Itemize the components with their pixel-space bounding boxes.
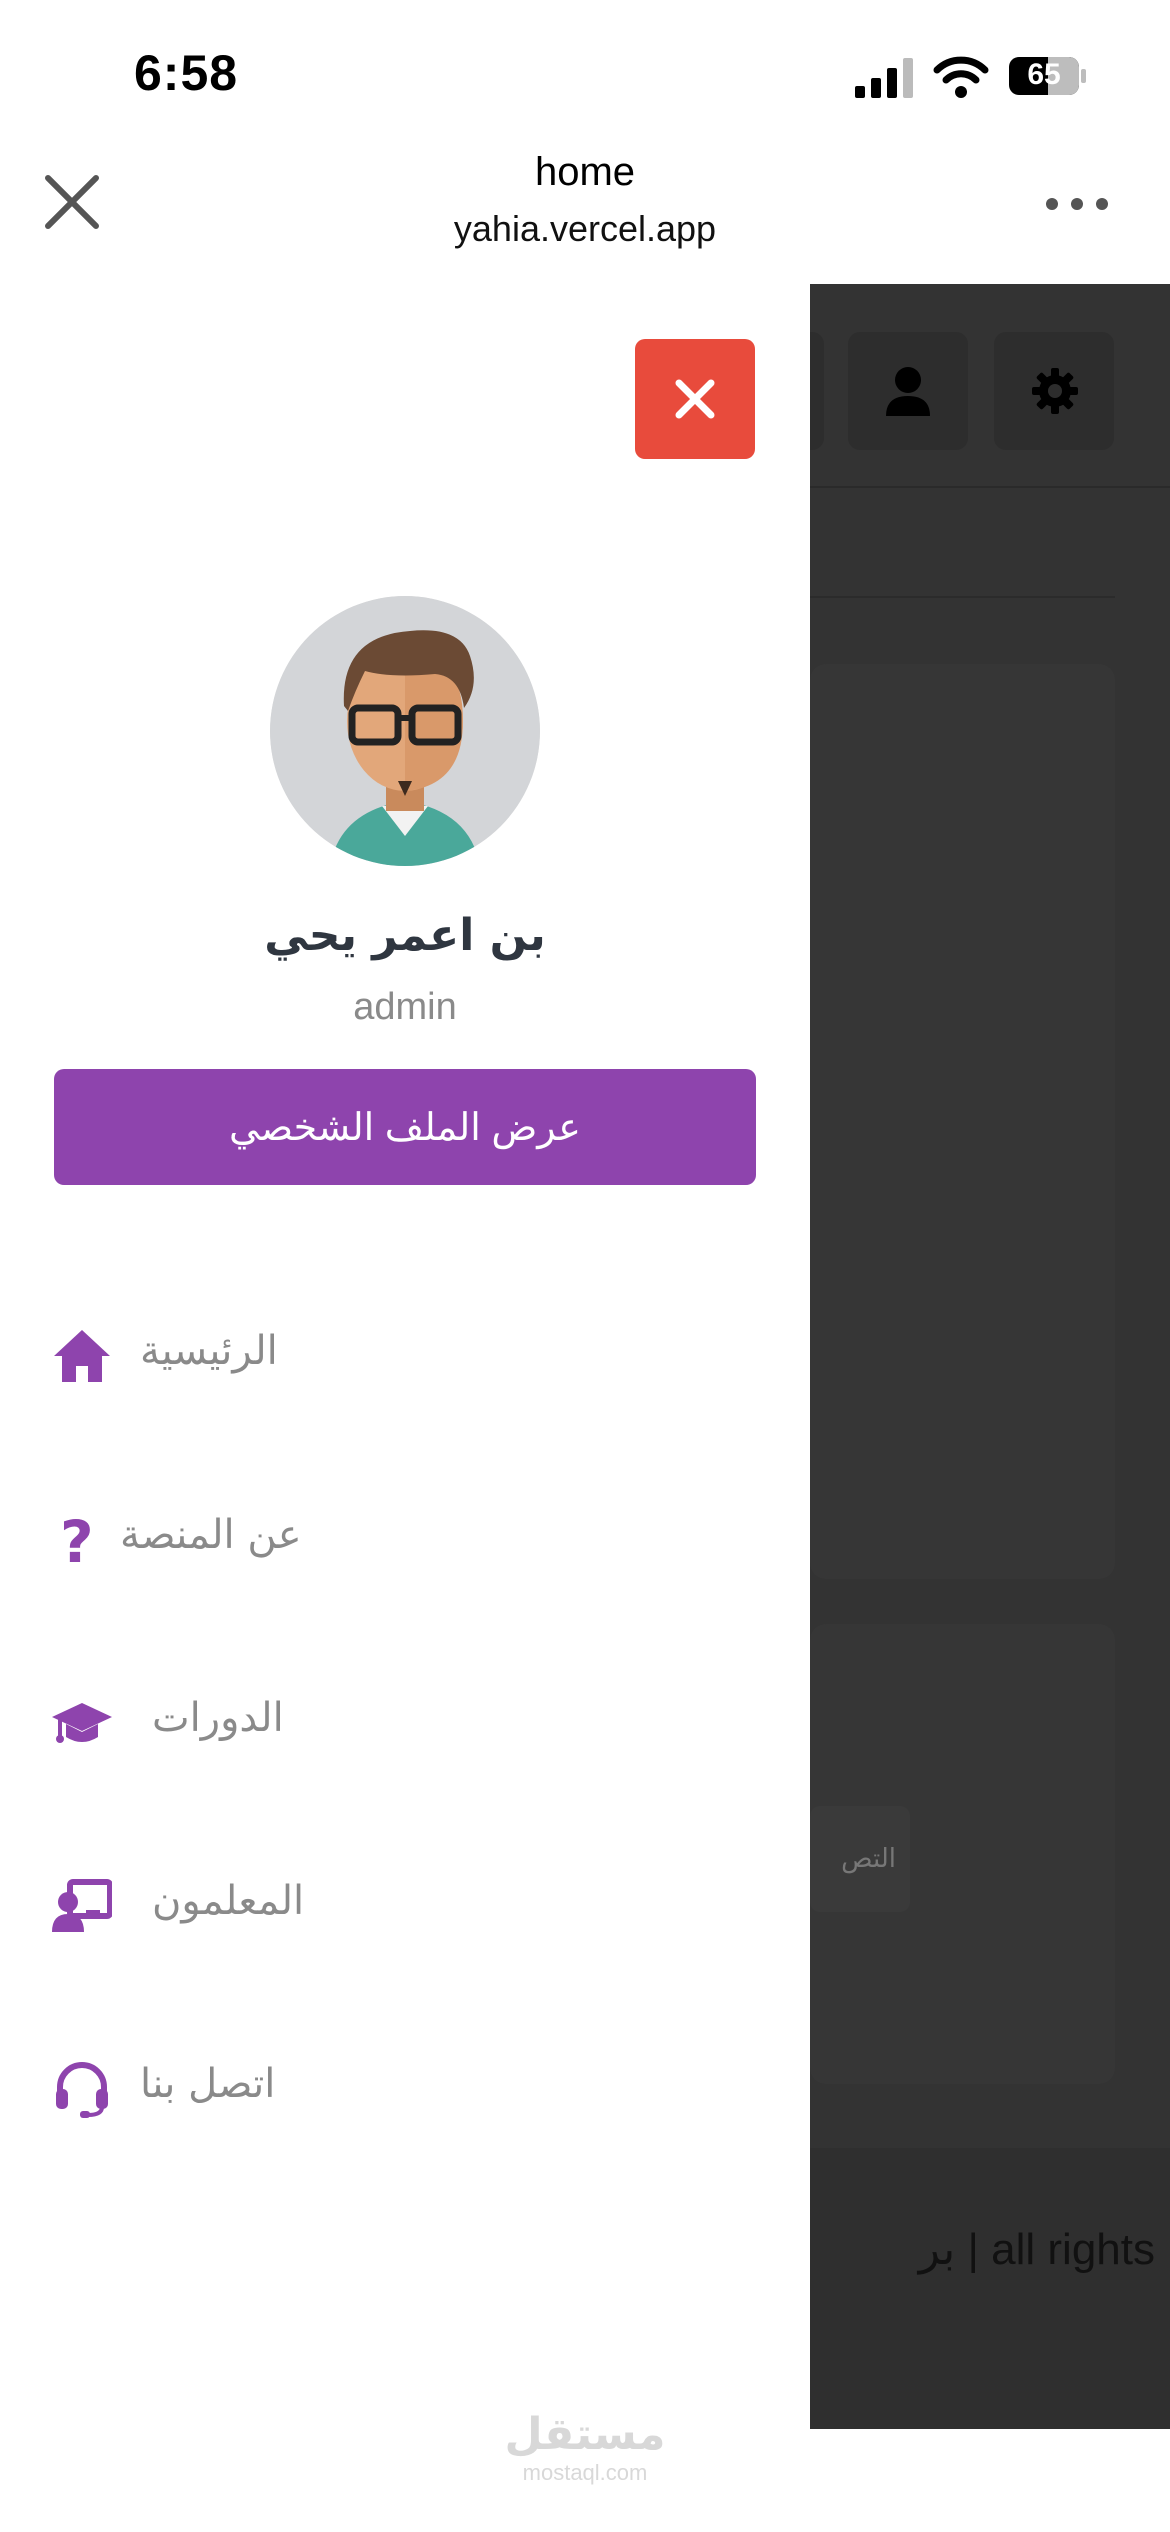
user-icon [886,367,930,416]
background-button-partial [810,332,824,450]
question-icon: ? [60,1510,94,1570]
watermark: مستقل mostaql.com [500,2410,670,2486]
cellular-signal-icon [855,58,913,98]
footer-text: بر | all rights [918,2225,1155,2274]
gear-icon [1032,368,1078,414]
wifi-icon [933,56,989,98]
battery-icon: 65 [1008,56,1088,96]
nav-label: الدورات [152,1695,284,1741]
nav-item-courses[interactable]: الدورات [0,1667,810,1777]
avatar [270,596,540,866]
drawer-close-button[interactable] [635,339,755,459]
background-chip: التص [810,1806,910,1912]
background-page-overlay[interactable]: التص بر | all rights [810,284,1170,2429]
headset-icon [56,2062,108,2118]
nav-item-teachers[interactable]: المعلمون [0,1850,810,1960]
status-time: 6:58 [134,45,239,101]
nav-label: عن المنصة [120,1512,302,1558]
close-icon [675,379,715,419]
nav-item-about[interactable]: ? عن المنصة [0,1484,810,1594]
view-profile-button[interactable]: عرض الملف الشخصي [54,1069,756,1185]
watermark-arabic: مستقل [504,2409,666,2460]
user-name: بن اعمر يحي [264,910,546,961]
divider [810,486,1170,488]
nav-label: اتصل بنا [140,2061,276,2107]
nav-label: المعلمون [152,1878,305,1924]
graduation-cap-icon [52,1703,112,1743]
page-title: home [534,150,636,194]
more-options-icon[interactable] [1042,184,1112,224]
nav-label: الرئيسية [140,1328,278,1374]
background-footer [810,2148,1170,2429]
svg-text:?: ? [60,1510,94,1570]
background-settings-button [994,332,1114,450]
home-icon [54,1330,110,1382]
user-role: admin [353,986,457,1028]
divider [810,596,1115,598]
status-bar: 6:58 65 [0,0,1170,140]
teacher-icon [52,1879,112,1932]
nav-item-contact[interactable]: اتصل بنا [0,2033,810,2143]
watermark-latin: mostaql.com [522,2460,648,2485]
battery-level: 65 [1027,58,1061,91]
background-user-button [848,332,968,450]
page-url[interactable]: yahia.vercel.app [0,208,1170,250]
background-card [810,664,1115,1579]
nav-item-home[interactable]: الرئيسية [0,1300,810,1410]
